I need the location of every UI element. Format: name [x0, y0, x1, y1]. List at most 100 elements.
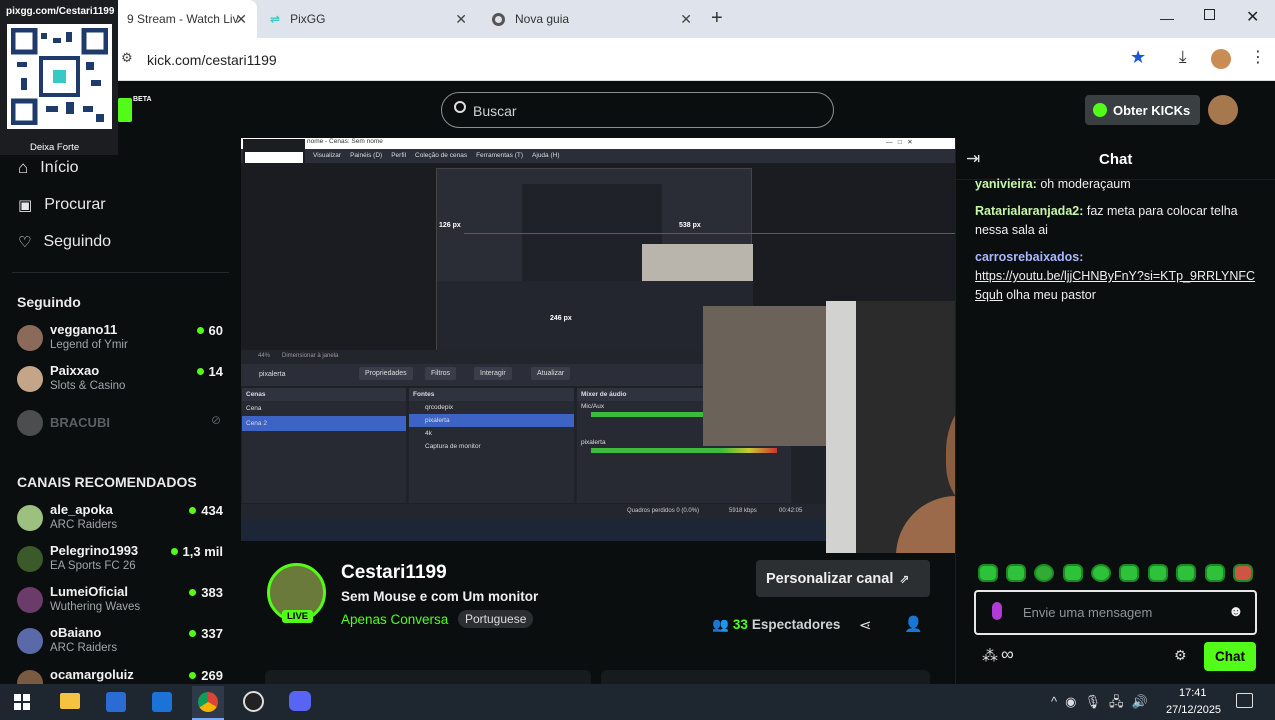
chrome-icon[interactable] — [192, 686, 224, 720]
chat-username[interactable]: Ratarialaranjada2: — [975, 204, 1083, 218]
channel-game: Slots & Casino — [50, 380, 126, 392]
emote-icon[interactable] — [978, 564, 998, 582]
tab-pixgg[interactable]: ⇌ PixGG ✕ — [262, 0, 477, 38]
sidebar-channel[interactable]: ale_apoka ARC Raiders 434 — [17, 502, 227, 536]
emote-icon[interactable] — [1091, 564, 1111, 582]
sidebar-channel[interactable]: ocamargoluiz 269 — [17, 667, 227, 684]
sidebar-channel[interactable]: Pelegrino1993 EA Sports FC 26 1,3 mil — [17, 543, 227, 577]
obs-dim-label: 538 px — [679, 222, 701, 229]
tray-icons[interactable]: ^◉🎙🖧🔊 — [1051, 693, 1156, 715]
emote-icon[interactable] — [1205, 564, 1225, 582]
chat-text: olha meu pastor — [1002, 288, 1096, 302]
chat-input-box[interactable]: Envie uma mensagem ☻ — [974, 590, 1257, 635]
sidebar-item-inicio[interactable]: ⌂ Início — [18, 158, 79, 178]
infinity-icon: ∞ — [1001, 644, 1014, 664]
user-avatar[interactable] — [1208, 95, 1238, 125]
tab-label: Nova guia — [515, 12, 570, 26]
emote-icon[interactable] — [1006, 564, 1026, 582]
customize-label: Personalizar canal — [766, 570, 894, 587]
bookmark-star-icon[interactable]: ★ — [1130, 47, 1146, 68]
emote-icon[interactable] — [1119, 564, 1139, 582]
obs-titlebar: nome - Cenas: Sem nome — □ ✕ — [241, 138, 955, 149]
profile-avatar[interactable] — [1211, 49, 1231, 69]
viewer-count: 1,3 mil — [171, 544, 223, 559]
emoji-picker-icon[interactable]: ☻ — [1228, 603, 1244, 620]
sidebar-channel-offline[interactable]: BRACUBI ⊘ — [17, 407, 227, 441]
outlook-icon[interactable] — [152, 692, 172, 712]
sidebar-channel[interactable]: oBaiano ARC Raiders 337 — [17, 625, 227, 659]
chat-username[interactable]: yanivieira: — [975, 177, 1037, 191]
obs-dim-label: 126 px — [439, 222, 461, 229]
file-explorer-icon[interactable] — [60, 693, 80, 709]
panel-card — [601, 670, 930, 684]
sidebar-item-seguindo[interactable]: ♡ Seguindo — [18, 233, 111, 251]
search-icon — [454, 101, 466, 113]
customize-channel-button[interactable]: Personalizar canal ⇗ — [756, 560, 930, 597]
chat-settings-icon[interactable]: ⚙ — [1174, 647, 1187, 664]
obs-source-item: qrcodepix — [425, 404, 454, 411]
obs-source-item: pixalerta — [409, 414, 574, 427]
viewer-count-label: Espectadores — [751, 617, 841, 632]
channel-name[interactable]: Cestari1199 — [341, 562, 447, 584]
new-tab-button[interactable]: + — [711, 7, 723, 30]
channel-game: Wuthering Waves — [50, 601, 141, 613]
obs-icon[interactable] — [243, 691, 264, 712]
windows-start-icon[interactable] — [14, 694, 30, 710]
restore-button[interactable] — [1204, 9, 1215, 20]
chat-text: oh moderaçaum — [1036, 177, 1131, 191]
channel-game: Legend of Ymir — [50, 339, 128, 351]
sidebar-channel[interactable]: LumeiOficial Wuthering Waves 383 — [17, 584, 227, 618]
beta-badge: BETA — [133, 96, 152, 103]
chat-message: Ratarialaranjada2: faz meta para colocar… — [975, 202, 1260, 240]
emote-icon[interactable] — [1148, 564, 1168, 582]
channel-name: veggano11 — [50, 322, 118, 337]
home-icon: ⌂ — [18, 158, 29, 177]
browse-icon: ▣ — [18, 197, 33, 214]
stream-category[interactable]: Apenas Conversa — [341, 612, 448, 627]
discord-icon[interactable] — [289, 691, 311, 711]
sidebar-channel[interactable]: veggano11 Legend of Ymir 60 — [17, 322, 227, 356]
chat-input[interactable]: Envie uma mensagem — [1023, 605, 1152, 620]
emote-icon[interactable] — [1034, 564, 1054, 582]
language-tag[interactable]: Portuguese — [458, 610, 534, 628]
emote-icon[interactable] — [1233, 564, 1253, 582]
tab-nova-guia[interactable]: Nova guia ✕ — [484, 0, 702, 38]
notifications-icon[interactable] — [1236, 693, 1253, 708]
users-icon: 👥 — [712, 617, 729, 632]
close-icon[interactable]: ✕ — [680, 11, 692, 28]
chat-header: ⇥ Chat — [955, 138, 1275, 180]
chat-send-button[interactable]: Chat — [1204, 642, 1256, 671]
search-input[interactable]: Buscar — [473, 103, 517, 119]
search-box[interactable]: Buscar — [441, 92, 834, 128]
close-window-button[interactable]: ✕ — [1246, 7, 1259, 27]
stream-title: Sem Mouse e com Um monitor — [341, 589, 539, 604]
follow-user-icon[interactable]: 👤 — [904, 615, 923, 633]
obs-meter — [591, 448, 777, 453]
download-icon[interactable]: ⤓ — [1179, 47, 1187, 67]
minimize-button[interactable]: — — [1160, 10, 1174, 26]
collapse-chat-icon[interactable]: ⇥ — [966, 149, 980, 169]
clock-date: 27/12/2025 — [1166, 704, 1222, 716]
tab-kick[interactable]: 9 Stream - Watch Liv ✕ — [112, 0, 257, 38]
drops-icon[interactable]: ⁂ — [982, 646, 998, 666]
share-icon[interactable]: ⋖ — [859, 616, 872, 634]
sidebar-item-procurar[interactable]: ▣ Procurar — [18, 196, 106, 214]
obs-nested-preview — [522, 184, 662, 284]
get-kicks-button[interactable]: Obter KICKs — [1085, 95, 1200, 125]
emote-icon[interactable] — [1176, 564, 1196, 582]
mic-icon[interactable] — [992, 602, 1002, 620]
site-info-icon[interactable]: ⚙ — [121, 50, 133, 66]
sidebar-channel[interactable]: Paixxao Slots & Casino 14 — [17, 363, 227, 397]
obs-resize: Dimensionar à janela — [282, 353, 339, 359]
emote-icon[interactable] — [1063, 564, 1083, 582]
menu-kebab-icon[interactable]: ⋮ — [1250, 47, 1266, 67]
chrome-favicon-icon — [492, 12, 505, 26]
close-icon[interactable]: ✕ — [235, 11, 247, 28]
url-text[interactable]: kick.com/cestari1199 — [147, 52, 277, 68]
qr-caption: Deixa Forte — [30, 142, 80, 153]
close-icon[interactable]: ✕ — [455, 11, 467, 28]
kick-logo[interactable] — [118, 98, 132, 122]
store-icon[interactable] — [106, 692, 126, 712]
obs-sources-panel: Fontes qrcodepix pixalerta 4k Captura de… — [409, 388, 574, 503]
chat-username[interactable]: carrosrebaixados: — [975, 250, 1083, 264]
